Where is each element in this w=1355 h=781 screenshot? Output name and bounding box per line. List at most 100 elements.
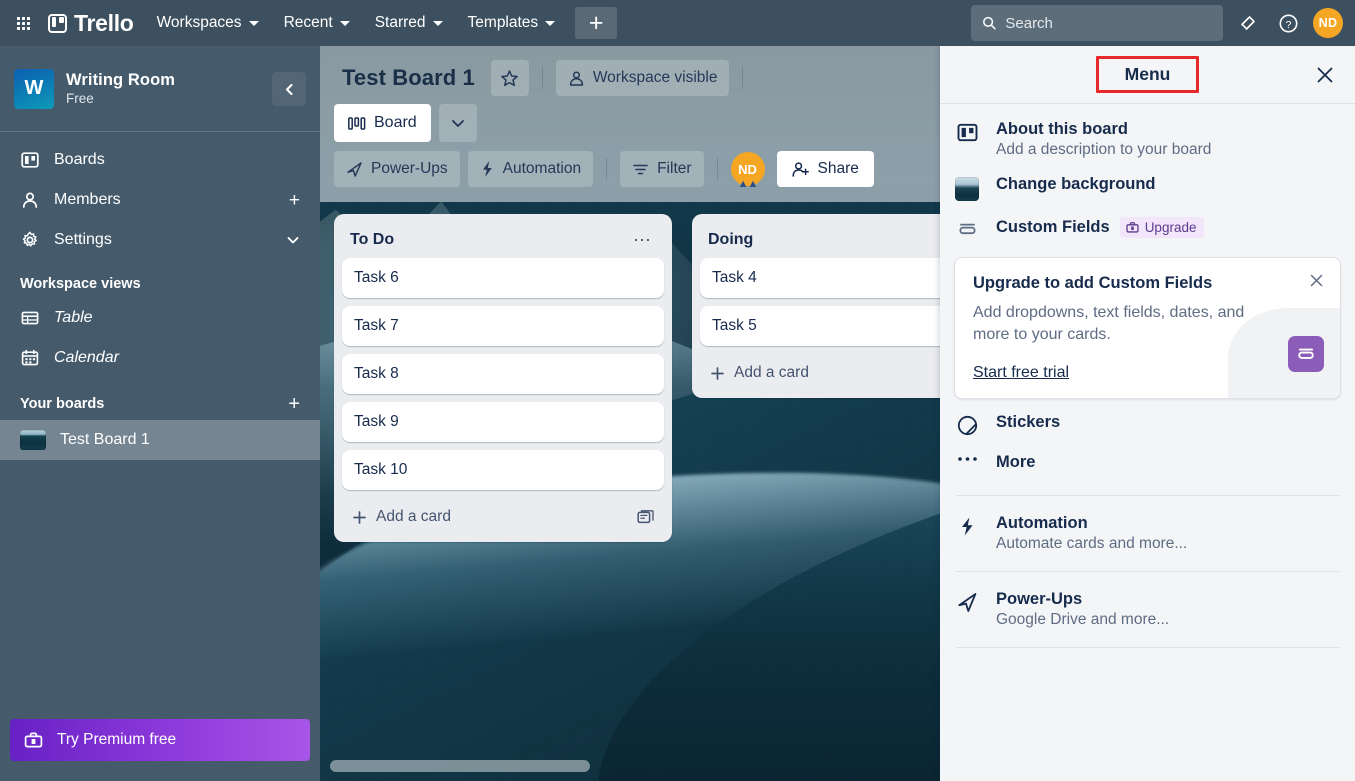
upgrade-badge[interactable]: Upgrade bbox=[1119, 217, 1205, 238]
list-actions-button[interactable]: ⋯ bbox=[629, 231, 656, 249]
notifications-button[interactable] bbox=[1233, 8, 1263, 38]
trello-home-link[interactable]: Trello bbox=[46, 10, 146, 37]
table-icon bbox=[20, 309, 40, 327]
workspace-visible-icon bbox=[569, 70, 583, 86]
card-template-button[interactable] bbox=[637, 509, 654, 526]
promo-close-button[interactable] bbox=[1304, 268, 1328, 292]
search-box[interactable] bbox=[971, 5, 1223, 41]
promo-decoration bbox=[1228, 308, 1340, 399]
trello-app: Trello Workspaces Recent Starred Templat… bbox=[0, 0, 1355, 781]
trello-logo-icon bbox=[48, 13, 67, 33]
card-title: Task 4 bbox=[712, 269, 757, 286]
menu-panel-title: Menu bbox=[1124, 64, 1171, 84]
search-input[interactable] bbox=[1005, 14, 1212, 32]
board-horizontal-scrollbar[interactable] bbox=[330, 760, 940, 772]
top-navigation-bar: Trello Workspaces Recent Starred Templat… bbox=[0, 0, 1355, 46]
menu-divider bbox=[956, 647, 1339, 649]
menu-close-button[interactable] bbox=[1309, 59, 1341, 91]
board-thumbnail bbox=[20, 430, 46, 450]
star-icon bbox=[501, 69, 519, 86]
card-title: Task 5 bbox=[712, 317, 757, 334]
automation-button[interactable]: Automation bbox=[467, 151, 594, 187]
sidebar-item-settings-label: Settings bbox=[54, 231, 112, 248]
menu-item-text: About this board Add a description to yo… bbox=[996, 120, 1211, 159]
card-item[interactable]: Task 6 bbox=[342, 258, 664, 298]
sidebar-collapse-button[interactable] bbox=[272, 72, 306, 106]
menu-item-more[interactable]: More bbox=[940, 445, 1355, 485]
sidebar-nav-list: Boards Members + Settings bbox=[0, 132, 320, 260]
card-title: Task 7 bbox=[354, 317, 399, 334]
calendar-icon bbox=[20, 349, 40, 367]
nav-templates-label: Templates bbox=[467, 14, 539, 31]
create-button[interactable]: + bbox=[575, 7, 618, 39]
user-avatar[interactable]: ND bbox=[1313, 8, 1343, 38]
menu-item-stickers[interactable]: Stickers bbox=[940, 405, 1355, 445]
sidebar-item-members[interactable]: Members + bbox=[10, 180, 310, 220]
header-divider bbox=[541, 67, 543, 89]
header-divider bbox=[716, 158, 718, 180]
try-premium-free-button[interactable]: Try Premium free bbox=[10, 719, 310, 761]
sidebar-board-test-board-1[interactable]: Test Board 1 bbox=[0, 420, 320, 460]
workspace-name: Writing Room bbox=[66, 71, 176, 89]
nav-starred[interactable]: Starred bbox=[364, 7, 454, 39]
workspace-views-label: Workspace views bbox=[20, 276, 141, 292]
menu-item-text: Custom Fields Upgrade bbox=[996, 217, 1205, 238]
bolt-icon bbox=[954, 514, 980, 537]
list-title[interactable]: To Do bbox=[350, 231, 629, 249]
card-item[interactable]: Task 7 bbox=[342, 306, 664, 346]
card-item[interactable]: Task 9 bbox=[342, 402, 664, 442]
board-member-avatar[interactable]: ND ▲▲ bbox=[730, 152, 765, 190]
settings-expand-chevron[interactable] bbox=[286, 233, 300, 247]
board-visibility-label: Workspace visible bbox=[592, 69, 718, 86]
menu-item-automation[interactable]: Automation Automate cards and more... bbox=[940, 506, 1355, 561]
start-free-trial-link[interactable]: Start free trial bbox=[973, 364, 1069, 382]
sidebar-item-calendar-label: Calendar bbox=[54, 349, 119, 366]
menu-item-label: Custom Fields Upgrade bbox=[996, 217, 1205, 238]
chevron-left-icon bbox=[285, 83, 293, 95]
template-card-icon bbox=[637, 509, 654, 523]
menu-item-change-background[interactable]: Change background bbox=[940, 167, 1355, 209]
app-switcher-button[interactable] bbox=[0, 0, 46, 46]
trello-wordmark: Trello bbox=[74, 9, 134, 36]
search-icon bbox=[983, 16, 996, 30]
sidebar-item-members-label: Members bbox=[54, 191, 121, 208]
add-card-button[interactable]: Add a card bbox=[342, 498, 664, 536]
custom-fields-promo-icon bbox=[1288, 336, 1324, 373]
rocket-icon bbox=[347, 161, 362, 177]
sidebar-item-calendar[interactable]: Calendar bbox=[10, 338, 310, 378]
nav-recent-label: Recent bbox=[283, 14, 333, 31]
try-premium-free-label: Try Premium free bbox=[57, 731, 177, 748]
filter-label: Filter bbox=[657, 160, 692, 177]
sidebar-item-settings[interactable]: Settings bbox=[10, 220, 310, 260]
card-item[interactable]: Task 8 bbox=[342, 354, 664, 394]
bolt-icon bbox=[482, 161, 492, 177]
close-icon bbox=[1310, 274, 1322, 286]
star-board-button[interactable] bbox=[490, 60, 529, 96]
add-board-button[interactable]: + bbox=[288, 394, 300, 414]
menu-item-sublabel: Google Drive and more... bbox=[996, 611, 1170, 629]
menu-item-text: Automation Automate cards and more... bbox=[996, 514, 1187, 553]
workspace-views-list: Table Calendar bbox=[0, 298, 320, 378]
board-view-button[interactable]: Board bbox=[334, 104, 431, 142]
nav-templates[interactable]: Templates bbox=[457, 7, 567, 39]
board-visibility-button[interactable]: Workspace visible bbox=[555, 60, 730, 96]
add-member-button[interactable]: + bbox=[289, 191, 300, 210]
card-item[interactable]: Task 10 bbox=[342, 450, 664, 490]
premium-cta-wrap: Try Premium free bbox=[0, 719, 320, 781]
help-button[interactable]: ? bbox=[1273, 8, 1303, 38]
sidebar-item-boards[interactable]: Boards bbox=[10, 140, 310, 180]
board-view-switcher-button[interactable] bbox=[438, 104, 477, 142]
scrollbar-thumb[interactable] bbox=[330, 760, 590, 772]
menu-item-about-this-board[interactable]: About this board Add a description to yo… bbox=[940, 112, 1355, 167]
nav-workspaces[interactable]: Workspaces bbox=[146, 7, 270, 39]
background-thumb-icon bbox=[954, 175, 980, 201]
filter-button[interactable]: Filter bbox=[620, 151, 704, 187]
share-button[interactable]: Share bbox=[776, 151, 874, 187]
list-to-do: To Do ⋯ Task 6 Task 7 Task 8 Task 9 Task… bbox=[334, 214, 672, 542]
menu-item-custom-fields[interactable]: Custom Fields Upgrade bbox=[940, 209, 1355, 249]
nav-recent[interactable]: Recent bbox=[273, 7, 361, 39]
menu-item-power-ups[interactable]: Power-Ups Google Drive and more... bbox=[940, 582, 1355, 637]
chevron-down-icon bbox=[545, 20, 556, 26]
sidebar-item-table[interactable]: Table bbox=[10, 298, 310, 338]
power-ups-button[interactable]: Power-Ups bbox=[334, 151, 460, 187]
